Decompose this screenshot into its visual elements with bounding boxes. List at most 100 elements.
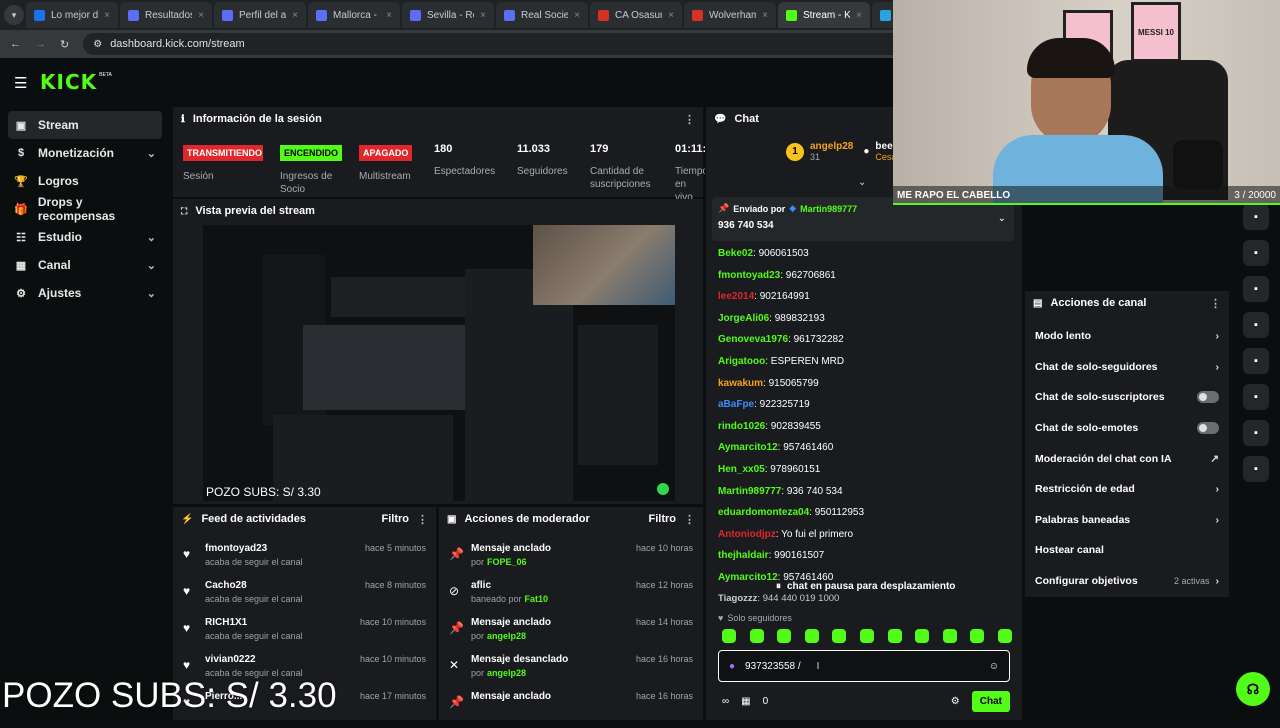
external-link-icon[interactable]: ↗ xyxy=(1210,453,1219,465)
top-user[interactable]: angelp28 xyxy=(810,141,853,152)
wrench-icon[interactable]: ▪ xyxy=(1243,420,1269,446)
tab-close-icon[interactable]: × xyxy=(856,10,862,21)
chat-username[interactable]: aBaFpe xyxy=(718,399,754,410)
sidebar-item-canal[interactable]: ▦ Canal ⌄ xyxy=(8,251,162,279)
browser-tab[interactable]: Wolverhamp × xyxy=(684,2,776,28)
chat-username[interactable]: Aymarcito12 xyxy=(718,572,778,583)
chat-username[interactable]: lee2014 xyxy=(718,291,754,302)
emote-icon[interactable] xyxy=(777,629,792,643)
chat-bubble-icon[interactable]: ▪ xyxy=(1243,312,1269,338)
chat-username[interactable]: thejhaldair xyxy=(718,550,769,561)
emote-icon[interactable] xyxy=(722,629,736,643)
tab-search-icon[interactable]: ▾ xyxy=(4,5,24,25)
channel-action-palabras-baneadas[interactable]: Palabras baneadas › xyxy=(1025,505,1229,536)
pinned-user[interactable]: Martin989777 xyxy=(800,204,857,214)
mic-icon[interactable]: ● xyxy=(729,661,735,672)
tab-close-icon[interactable]: × xyxy=(480,10,486,21)
channel-actions-menu-icon[interactable]: ⋮ xyxy=(1210,297,1221,310)
feed-menu-icon[interactable]: ⋮ xyxy=(417,513,428,526)
chat-username[interactable]: Arigatooo xyxy=(718,356,765,367)
site-info-icon[interactable]: ⚙ xyxy=(93,39,102,50)
chat-settings-icon[interactable]: ⚙ xyxy=(951,696,960,707)
emote-icon[interactable] xyxy=(859,629,874,643)
chat-send-button[interactable]: Chat xyxy=(971,690,1010,712)
chat-username[interactable]: Genoveva1976 xyxy=(718,334,788,345)
chat-username[interactable]: fmontoyad23 xyxy=(718,270,780,281)
broadcast-icon[interactable]: ▪ xyxy=(1243,348,1269,374)
chat-username[interactable]: Martin989777 xyxy=(718,486,781,497)
toggle-switch[interactable] xyxy=(1197,422,1219,435)
sidebar-item-stream[interactable]: ▣ Stream xyxy=(8,111,162,139)
tab-close-icon[interactable]: × xyxy=(104,10,110,21)
channel-action-chat-de-solo-seguidores[interactable]: Chat de solo-seguidores › xyxy=(1025,352,1229,383)
chat-username[interactable]: Aymarcito12 xyxy=(718,442,778,453)
feed-item-name[interactable]: RICH1X1 xyxy=(205,617,303,628)
chevron-right-icon[interactable]: › xyxy=(1216,514,1220,526)
browser-tab[interactable]: Lo mejor del × xyxy=(26,2,118,28)
tab-close-icon[interactable]: × xyxy=(574,10,580,21)
chat-username[interactable]: Hen_xx05 xyxy=(718,464,765,475)
chevron-down-icon[interactable]: ⌄ xyxy=(147,259,156,272)
chat-username[interactable]: Beke02 xyxy=(718,248,753,259)
emote-icon[interactable] xyxy=(749,629,764,643)
channel-action-modo-lento[interactable]: Modo lento › xyxy=(1025,321,1229,352)
mod-action-user[interactable]: angelp28 xyxy=(487,668,526,678)
chat-input[interactable]: ● 937323558 / I ☺ xyxy=(718,650,1010,682)
support-button[interactable]: ☊ xyxy=(1236,672,1270,706)
chevron-right-icon[interactable]: › xyxy=(1216,575,1220,587)
emote-icon[interactable] xyxy=(804,629,819,643)
forward-icon[interactable]: → xyxy=(35,38,46,50)
sidebar-item-estudio[interactable]: ☷ Estudio ⌄ xyxy=(8,223,162,251)
settings-icon[interactable]: ▪ xyxy=(1243,204,1269,230)
tab-close-icon[interactable]: × xyxy=(762,10,768,21)
emoji-icon[interactable]: ☺ xyxy=(989,661,999,672)
chevron-down-icon[interactable]: ⌄ xyxy=(147,287,156,300)
feed-item-name[interactable]: fmontoyad23 xyxy=(205,543,303,554)
sidebar-item-ajustes[interactable]: ⚙ Ajustes ⌄ xyxy=(8,279,162,307)
gift-box-icon[interactable]: ▦ xyxy=(741,696,750,707)
sidebar-item-logros[interactable]: 🏆 Logros xyxy=(8,167,162,195)
chevron-right-icon[interactable]: › xyxy=(1216,361,1220,373)
emote-icon[interactable] xyxy=(915,629,930,643)
mod-action-user[interactable]: Fat10 xyxy=(525,594,549,604)
layout-icon[interactable]: ▪ xyxy=(1243,384,1269,410)
chat-username[interactable]: eduardomonteza04 xyxy=(718,507,809,518)
kick-logo[interactable]: KICK BETA xyxy=(40,70,112,94)
chevron-down-icon[interactable]: ⌄ xyxy=(858,177,866,188)
hamburger-menu-icon[interactable]: ☰ xyxy=(14,74,27,92)
tab-close-icon[interactable]: × xyxy=(668,10,674,21)
mod-action-user[interactable]: angelp28 xyxy=(487,631,526,641)
channel-action-restricci-n-de-edad[interactable]: Restricción de edad › xyxy=(1025,474,1229,505)
bolt-icon[interactable]: ▪ xyxy=(1243,240,1269,266)
browser-tab[interactable]: Perfil del art × xyxy=(214,2,306,28)
tab-close-icon[interactable]: × xyxy=(292,10,298,21)
browser-tab[interactable]: Sevilla - Rea × xyxy=(402,2,494,28)
emote-icon[interactable] xyxy=(887,629,902,643)
tab-close-icon[interactable]: × xyxy=(386,10,392,21)
emote-icon[interactable] xyxy=(942,629,957,643)
pinned-expand-icon[interactable]: ⌄ xyxy=(998,213,1006,224)
users-icon[interactable]: ∞ xyxy=(722,696,729,707)
chevron-right-icon[interactable]: › xyxy=(1216,483,1220,495)
sidebar-item-drops[interactable]: 🎁 Drops y recompensas xyxy=(8,195,162,223)
browser-tab[interactable]: CA Osasuna × xyxy=(590,2,682,28)
chat-paused-banner[interactable]: ⏸ chat en pausa para desplazamiento xyxy=(776,581,955,592)
emote-icon[interactable] xyxy=(997,629,1012,643)
browser-tab[interactable]: Stream - Kic × xyxy=(778,2,870,28)
channel-action-moderaci-n-del-chat-con-ia[interactable]: Moderación del chat con IA ↗ xyxy=(1025,443,1229,474)
tab-close-icon[interactable]: × xyxy=(198,10,204,21)
chevron-right-icon[interactable]: › xyxy=(1216,330,1220,342)
mod-action-user[interactable]: FOPE_06 xyxy=(487,557,527,567)
channel-action-chat-de-solo-emotes[interactable]: Chat de solo-emotes xyxy=(1025,413,1229,444)
mod-menu-icon[interactable]: ⋮ xyxy=(684,513,695,526)
channel-action-chat-de-solo-suscriptores[interactable]: Chat de solo-suscriptores xyxy=(1025,382,1229,413)
chat-username[interactable]: Antoniodjpz xyxy=(718,529,776,540)
channel-action-configurar-objetivos[interactable]: Configurar objetivos 2 activas › xyxy=(1025,566,1229,597)
back-icon[interactable]: ← xyxy=(10,38,21,50)
feed-filter[interactable]: Filtro xyxy=(382,513,410,525)
session-menu-icon[interactable]: ⋮ xyxy=(684,113,695,126)
chat-username[interactable]: kawakum xyxy=(718,378,763,389)
reload-icon[interactable]: ↻ xyxy=(60,38,69,51)
browser-tab[interactable]: Resultados d × xyxy=(120,2,212,28)
chevron-down-icon[interactable]: ⌄ xyxy=(147,231,156,244)
